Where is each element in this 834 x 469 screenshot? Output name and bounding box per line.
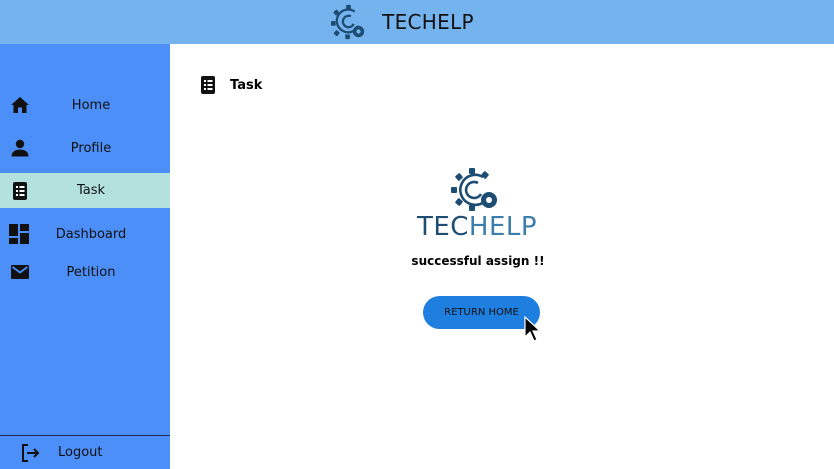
top-bar: TECHELP <box>0 0 834 44</box>
gear-logo-icon <box>331 4 365 40</box>
task-list-icon <box>201 76 215 94</box>
page-title: Task <box>230 77 263 93</box>
sidebar-item-petition[interactable]: Petition <box>0 255 170 289</box>
page-header: Task <box>200 76 262 94</box>
logout-button[interactable]: Logout <box>0 436 170 469</box>
sidebar-item-profile[interactable]: Profile <box>0 131 170 165</box>
app-title: TECHELP <box>382 10 474 34</box>
dashboard-icon <box>9 224 29 244</box>
sidebar: Home Profile Task Dashboard Petition Log… <box>0 44 170 469</box>
sidebar-item-home[interactable]: Home <box>0 88 170 122</box>
sidebar-item-task[interactable]: Task <box>0 173 170 208</box>
success-message: successful assign !! <box>411 254 545 268</box>
brand-text-light: HELP <box>468 212 538 242</box>
home-icon <box>11 97 29 113</box>
gear-logo-icon <box>451 168 497 211</box>
brand-wordmark: TECHELP <box>380 212 574 242</box>
person-icon <box>11 139 29 157</box>
mouse-cursor-icon <box>524 316 542 342</box>
mail-icon <box>11 265 29 279</box>
logout-label: Logout <box>58 445 103 460</box>
return-home-button[interactable]: RETURN HOME <box>423 296 540 329</box>
logout-icon <box>22 443 40 462</box>
task-list-icon <box>13 181 27 200</box>
sidebar-item-dashboard[interactable]: Dashboard <box>0 217 170 251</box>
brand-text-dark: TEC <box>416 212 469 242</box>
